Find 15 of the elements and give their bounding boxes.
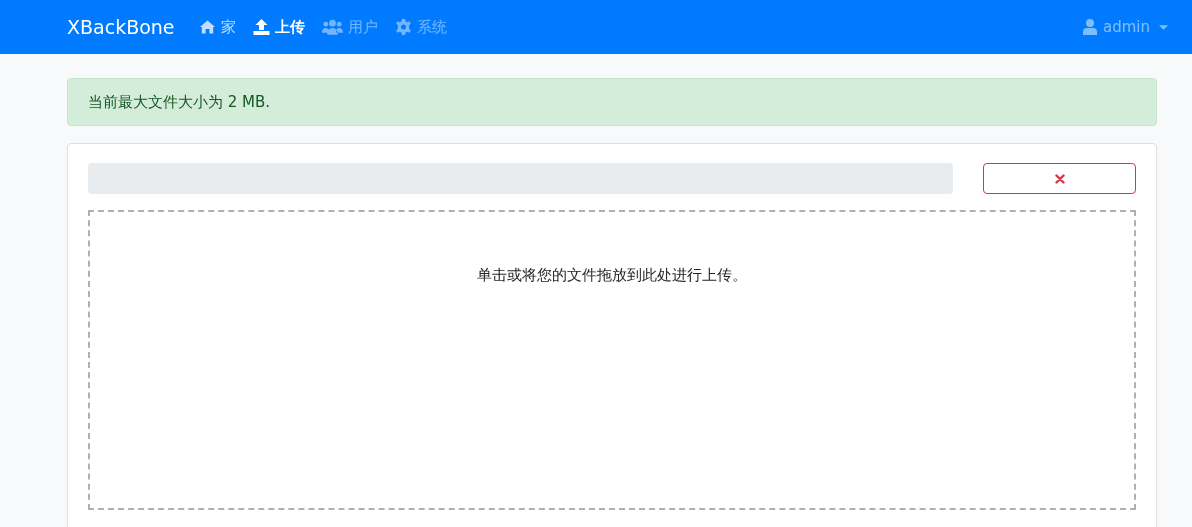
user-icon xyxy=(1083,19,1097,35)
cancel-button[interactable] xyxy=(983,163,1136,194)
alert-message: 当前最大文件大小为 2 MB. xyxy=(67,78,1157,126)
nav-link[interactable]: 家 xyxy=(198,17,236,37)
dropzone-text: 单击或将您的文件拖放到此处进行上传。 xyxy=(477,266,747,285)
user-menu[interactable]: admin xyxy=(1083,18,1168,36)
close-icon xyxy=(1054,173,1065,184)
gear-icon xyxy=(394,19,412,35)
nav-link[interactable]: 上传 xyxy=(252,17,305,37)
house-icon xyxy=(198,19,216,35)
users-icon xyxy=(321,19,343,35)
caret-icon xyxy=(1159,24,1168,30)
upload-icon xyxy=(252,19,270,35)
brand-link[interactable]: XBackBone xyxy=(67,16,175,38)
dropzone[interactable]: 单击或将您的文件拖放到此处进行上传。 xyxy=(88,210,1136,510)
